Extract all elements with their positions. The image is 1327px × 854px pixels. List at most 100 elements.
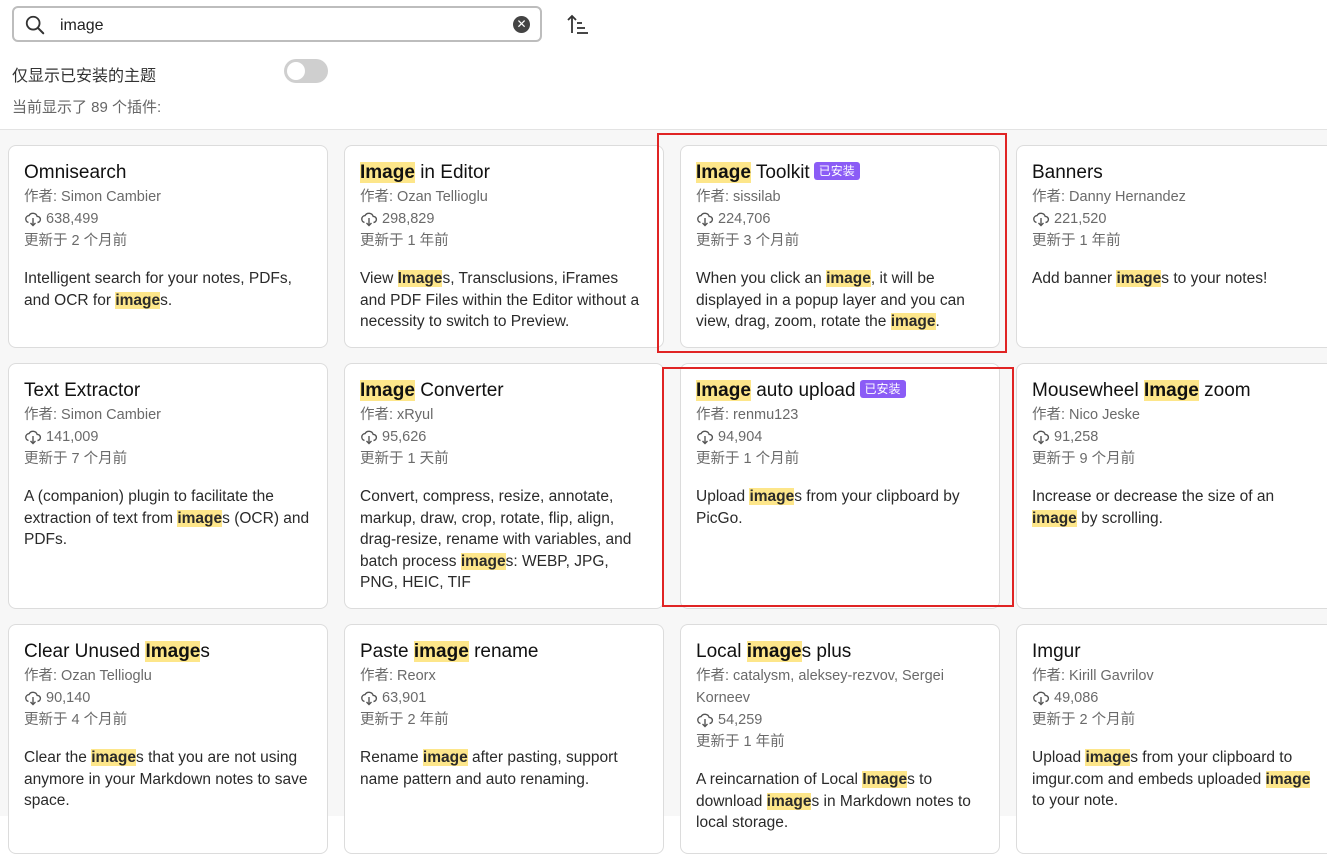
desc-highlight: Image [397, 270, 443, 287]
plugin-author: 作者: Reorx [360, 668, 436, 684]
plugin-description: Rename image after pasting, support name… [360, 747, 648, 790]
plugin-author: 作者: Simon Cambier [24, 189, 161, 205]
desc-highlight: image [177, 509, 223, 527]
download-cloud-icon [361, 212, 378, 227]
plugin-downloads: 638,499 [24, 208, 312, 230]
download-count: 90,140 [46, 690, 91, 706]
title-text: Text Extractor [24, 380, 141, 401]
plugin-description: A (companion) plugin to facilitate the e… [24, 486, 312, 551]
plugin-title: Clear Unused Images [24, 639, 312, 665]
desc-highlight: image [115, 291, 161, 309]
download-count: 298,829 [382, 211, 435, 227]
toggle-knob [287, 62, 305, 80]
plugin-card[interactable]: Image Toolkit 已安装 作者: sissilab 224,706 更新于 3… [680, 145, 1000, 348]
download-count: 63,901 [382, 690, 427, 706]
plugin-author: 作者: Ozan Tellioglu [360, 189, 488, 205]
download-count: 94,904 [718, 429, 763, 445]
installed-only-toggle[interactable] [284, 59, 328, 83]
plugin-author: 作者: Kirill Gavrilov [1032, 668, 1154, 684]
desc-text: s to your notes! [1161, 270, 1268, 287]
plugin-title: Image in Editor [360, 160, 648, 186]
plugin-updated: 更新于 2 年前 [360, 712, 449, 728]
plugin-description: When you click an image, it will be disp… [696, 268, 984, 333]
plugin-description: Upload images from your clipboard to img… [1032, 747, 1320, 812]
desc-highlight: image [1085, 749, 1131, 766]
plugin-description: Clear the images that you are not using … [24, 747, 312, 812]
desc-highlight: image [91, 749, 137, 766]
download-cloud-icon [1033, 430, 1050, 445]
desc-highlight: image [890, 313, 936, 330]
plugin-card[interactable]: Local images plus 作者: catalysm, aleksey-r… [680, 624, 1000, 854]
download-count: 221,520 [1054, 211, 1107, 227]
download-cloud-icon [697, 430, 714, 445]
title-highlight: Image [696, 380, 751, 401]
plugin-card[interactable]: Paste image rename 作者: Reorx 63,901 更新于 2 年… [344, 624, 664, 854]
plugin-card[interactable]: Omnisearch 作者: Simon Cambier 638,499 更新于 2 … [8, 145, 328, 348]
desc-text: Upload [1032, 749, 1086, 766]
desc-text: Upload [696, 488, 750, 505]
search-box[interactable]: ✕ [12, 6, 542, 42]
plugin-card[interactable]: Text Extractor 作者: Simon Cambier 141,009 更新… [8, 363, 328, 609]
download-cloud-icon [697, 713, 714, 728]
download-cloud-icon [361, 691, 378, 706]
download-cloud-icon [1033, 691, 1050, 706]
desc-text: A reincarnation of Local [696, 771, 863, 788]
plugin-author: 作者: Nico Jeske [1032, 407, 1140, 423]
download-count: 224,706 [718, 211, 771, 227]
title-text: Omnisearch [24, 162, 127, 183]
title-text: zoom [1198, 380, 1251, 401]
download-count: 91,258 [1054, 429, 1099, 445]
plugin-downloads: 90,140 [24, 687, 312, 709]
plugin-card[interactable]: Image auto upload 已安装 作者: renmu123 94,904 更新… [680, 363, 1000, 609]
plugin-description: Upload images from your clipboard by Pic… [696, 486, 984, 529]
plugin-updated: 更新于 3 个月前 [696, 233, 800, 249]
download-cloud-icon [25, 430, 42, 445]
download-cloud-icon [25, 212, 42, 227]
search-input[interactable] [58, 13, 482, 39]
plugin-title: Local images plus [696, 639, 984, 665]
plugin-title: Text Extractor [24, 378, 312, 404]
download-count: 638,499 [46, 211, 99, 227]
plugin-card[interactable]: Clear Unused Images 作者: Ozan Tellioglu 90,… [8, 624, 328, 854]
plugin-downloads: 91,258 [1032, 426, 1320, 448]
plugin-card[interactable]: Imgur 作者: Kirill Gavrilov 49,086 更新于 2 个月前 U… [1016, 624, 1327, 854]
installed-only-label: 仅显示已安装的主题 [12, 68, 157, 85]
plugin-updated: 更新于 1 年前 [1032, 233, 1121, 249]
desc-text: Clear the [24, 749, 92, 766]
plugin-author: 作者: renmu123 [696, 407, 799, 423]
download-count: 49,086 [1054, 690, 1099, 706]
download-cloud-icon [1033, 212, 1050, 227]
title-highlight: image [746, 641, 802, 662]
plugin-description: A reincarnation of Local Images to downl… [696, 769, 984, 834]
download-cloud-icon [25, 691, 42, 706]
desc-highlight: image [1265, 770, 1311, 788]
plugin-description: Convert, compress, resize, annotate, mar… [360, 486, 648, 594]
plugin-title: Banners [1032, 160, 1320, 186]
plugin-updated: 更新于 1 天前 [360, 451, 449, 467]
clear-search-icon[interactable]: ✕ [513, 16, 530, 33]
plugin-updated: 更新于 2 个月前 [24, 233, 128, 249]
title-text: rename [468, 641, 539, 662]
desc-highlight: Image [862, 771, 908, 788]
title-text: auto upload [750, 380, 856, 401]
plugin-downloads: 221,520 [1032, 208, 1320, 230]
desc-text: Rename [360, 749, 423, 766]
desc-text: . [935, 313, 940, 330]
desc-text: to your note. [1032, 792, 1119, 809]
plugin-updated: 更新于 1 年前 [360, 233, 449, 249]
plugin-author: 作者: xRyul [360, 407, 434, 423]
plugin-card[interactable]: Image Converter 作者: xRyul 95,626 更新于 1 天前 Co… [344, 363, 664, 609]
title-text: in Editor [414, 162, 490, 183]
title-text: Banners [1032, 162, 1103, 183]
plugin-downloads: 141,009 [24, 426, 312, 448]
plugin-card[interactable]: Image in Editor 作者: Ozan Tellioglu 298,829… [344, 145, 664, 348]
download-cloud-icon [697, 212, 714, 227]
sort-order-icon[interactable] [566, 13, 592, 37]
title-highlight: Image [360, 162, 415, 183]
plugin-author: 作者: sissilab [696, 189, 781, 205]
plugin-card[interactable]: Mousewheel Image zoom 作者: Nico Jeske 91,25… [1016, 363, 1327, 609]
plugin-card[interactable]: Banners 作者: Danny Hernandez 221,520 更新于 1 年… [1016, 145, 1327, 348]
title-highlight: Image [145, 641, 201, 662]
plugin-title: Omnisearch [24, 160, 312, 186]
download-cloud-icon [361, 430, 378, 445]
